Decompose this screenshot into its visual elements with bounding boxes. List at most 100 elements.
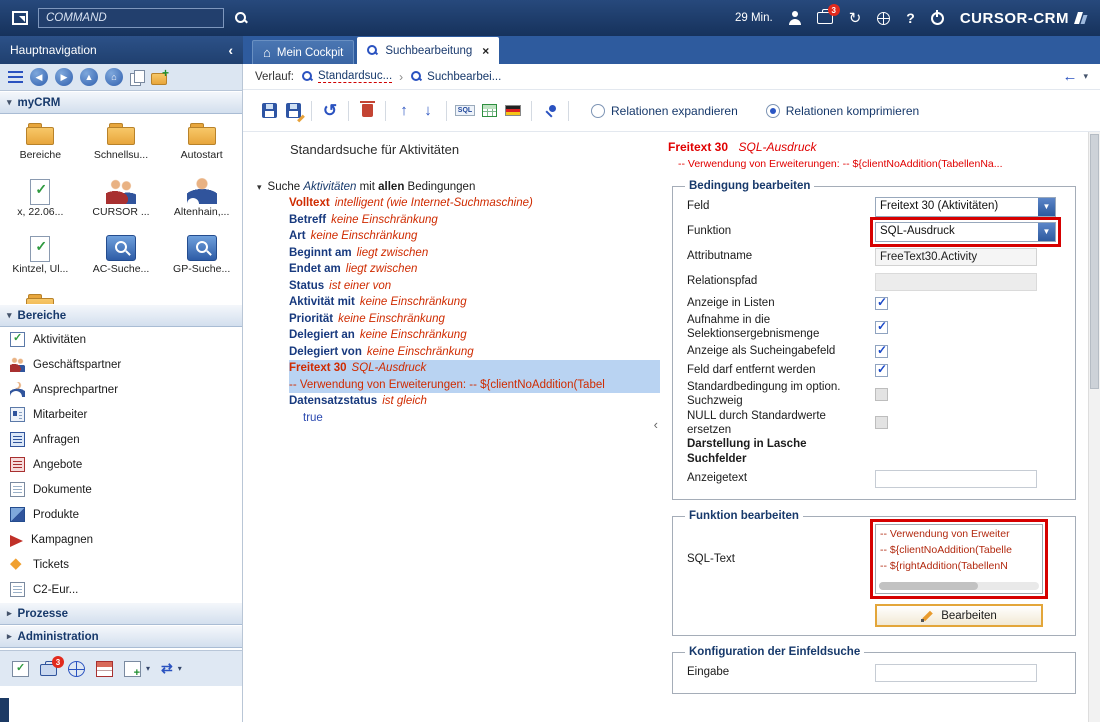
save-button[interactable] xyxy=(257,99,281,123)
tree-expander-icon[interactable]: ▾ xyxy=(257,182,262,192)
tab[interactable]: Mein Cockpit xyxy=(252,40,354,64)
anzeigetext-input[interactable] xyxy=(875,470,1037,488)
tree-condition-row[interactable]: Freitext 30SQL-Ausdruck xyxy=(289,360,660,377)
relation-mode-radio[interactable]: Relationen komprimieren xyxy=(766,104,919,118)
panel-collapse-icon[interactable]: ‹ xyxy=(654,417,658,432)
mycrm-shortcut[interactable] xyxy=(0,289,81,304)
relation-mode-radio[interactable]: Relationen expandieren xyxy=(591,104,738,118)
bereich-list-item[interactable]: Mitarbeiter xyxy=(0,402,242,427)
tree-condition-row[interactable]: Prioritätkeine Einschränkung xyxy=(289,311,660,328)
funktion-select[interactable]: SQL-Ausdruck ▼ xyxy=(875,222,1056,242)
feld-select[interactable]: Freitext 30 (Aktivitäten) ▼ xyxy=(875,197,1056,217)
mycrm-shortcut[interactable]: Altenhain,... xyxy=(161,175,242,232)
activities-quick-icon[interactable] xyxy=(12,661,29,677)
tree-condition-row[interactable]: Betreffkeine Einschränkung xyxy=(289,212,660,229)
mycrm-shortcut[interactable]: CURSOR ... xyxy=(81,175,162,232)
mycrm-shortcut[interactable]: AC-Suche... xyxy=(81,232,162,289)
tree-condition-row[interactable]: Delegiert vonkeine Einschränkung xyxy=(289,344,660,361)
mycrm-shortcut[interactable]: Autostart xyxy=(161,118,242,175)
move-down-button[interactable]: ↓ xyxy=(416,99,440,123)
bereich-list-item[interactable]: Produkte xyxy=(0,502,242,527)
chevron-down-icon[interactable]: ▼ xyxy=(1038,198,1055,216)
nav-forward-icon[interactable]: ▶ xyxy=(55,68,73,86)
connection-globe-icon[interactable] xyxy=(877,12,890,25)
mycrm-shortcut[interactable]: Schnellsu... xyxy=(81,118,162,175)
sql-hscrollbar[interactable] xyxy=(879,582,1039,590)
refresh-icon[interactable]: ↻ xyxy=(849,11,862,26)
sync-caret-icon[interactable]: ▾ xyxy=(178,664,182,673)
checkbox[interactable] xyxy=(875,321,888,334)
command-search-icon[interactable] xyxy=(234,11,248,25)
history-back-icon[interactable]: ← xyxy=(1062,68,1077,85)
tree-condition-row[interactable]: Artkeine Einschränkung xyxy=(289,228,660,245)
attributname-input[interactable]: FreeText30.Activity xyxy=(875,248,1037,266)
mycrm-shortcut[interactable]: GP-Suche... xyxy=(161,232,242,289)
tree-condition-row[interactable]: Endet amliegt zwischen xyxy=(289,261,660,278)
history-dropdown-icon[interactable]: ▾ xyxy=(1083,71,1088,82)
history-item-1[interactable]: Standardsuc... xyxy=(301,70,392,83)
bereich-list-item[interactable]: C2-Eur... xyxy=(0,577,242,602)
nav-back-icon[interactable]: ◀ xyxy=(30,68,48,86)
move-up-button[interactable]: ↑ xyxy=(392,99,416,123)
tree-condition-row[interactable]: Aktivität mitkeine Einschränkung xyxy=(289,294,660,311)
copy-pages-icon[interactable] xyxy=(130,70,144,85)
section-header-bereiche[interactable]: ▾ Bereiche xyxy=(0,304,242,327)
bereich-list-item[interactable]: Anfragen xyxy=(0,427,242,452)
relationspfad-input[interactable] xyxy=(875,273,1037,291)
section-header-mycrm[interactable]: ▾ myCRM xyxy=(0,91,242,114)
new-folder-icon[interactable] xyxy=(151,70,169,85)
undo-button[interactable]: ↺ xyxy=(318,99,342,123)
help-icon[interactable]: ? xyxy=(906,10,915,26)
mycrm-shortcut[interactable]: Bereiche xyxy=(0,118,81,175)
bereich-list-item[interactable]: Geschäftspartner xyxy=(0,352,242,377)
bereich-list-item[interactable]: Tickets xyxy=(0,552,242,577)
bereich-list-item[interactable]: Aktivitäten xyxy=(0,327,242,352)
new-record-icon[interactable] xyxy=(124,661,141,677)
tree-root-node[interactable]: ▾Suche Aktivitäten mit allen Bedingungen xyxy=(257,181,660,193)
section-header-prozesse[interactable]: ▸ Prozesse xyxy=(0,602,242,625)
bearbeiten-button[interactable]: Bearbeiten xyxy=(875,604,1043,627)
eingabe-input[interactable] xyxy=(875,664,1037,682)
command-input[interactable]: COMMAND xyxy=(38,8,224,28)
nav-up-icon[interactable]: ▲ xyxy=(80,68,98,86)
chevron-down-icon[interactable]: ▼ xyxy=(1038,223,1055,241)
timetable-icon[interactable] xyxy=(96,661,113,677)
vertical-scrollbar-thumb[interactable] xyxy=(1090,134,1099,389)
inbox-briefcase-icon[interactable]: 3 xyxy=(817,12,833,24)
history-item-2[interactable]: Suchbearbei... xyxy=(410,70,501,83)
language-button[interactable] xyxy=(501,99,525,123)
bereich-list-item[interactable]: Angebote xyxy=(0,452,242,477)
tree-condition-row[interactable]: -- Verwendung von Erweiterungen: -- ${cl… xyxy=(289,377,660,394)
pin-button[interactable] xyxy=(538,99,562,123)
nav-collapse-icon[interactable]: ‹ xyxy=(228,42,233,58)
delete-button[interactable] xyxy=(355,99,379,123)
checkbox[interactable] xyxy=(875,416,888,429)
tree-condition-row[interactable]: Datensatzstatusist gleich xyxy=(289,393,660,410)
global-search-icon[interactable] xyxy=(68,661,85,677)
mycrm-shortcut[interactable]: Kintzel, Ul... xyxy=(0,232,81,289)
tree-condition-row[interactable]: Delegiert ankeine Einschränkung xyxy=(289,327,660,344)
sql-text-area[interactable]: -- Verwendung von Erweiter -- ${clientNo… xyxy=(875,524,1043,594)
tab-close-icon[interactable]: × xyxy=(482,44,489,58)
sql-hscrollbar-thumb[interactable] xyxy=(879,582,978,590)
checkbox[interactable] xyxy=(875,388,888,401)
new-record-caret-icon[interactable]: ▾ xyxy=(146,664,150,673)
tab[interactable]: Suchbearbeitung × xyxy=(357,37,499,64)
bereich-list-item[interactable]: Kampagnen xyxy=(0,527,242,552)
menu-icon[interactable] xyxy=(8,71,23,83)
tree-condition-row[interactable]: true xyxy=(289,410,660,427)
checkbox[interactable] xyxy=(875,364,888,377)
tree-condition-row[interactable]: Beginnt amliegt zwischen xyxy=(289,245,660,262)
bereich-list-item[interactable]: Ansprechpartner xyxy=(0,377,242,402)
tree-condition-row[interactable]: Volltextintelligent (wie Internet-Suchma… xyxy=(289,195,660,212)
save-as-button[interactable] xyxy=(281,99,305,123)
result-table-button[interactable] xyxy=(477,99,501,123)
section-header-administration[interactable]: ▸ Administration xyxy=(0,625,242,648)
checkbox[interactable] xyxy=(875,345,888,358)
vertical-scrollbar[interactable] xyxy=(1088,132,1100,722)
logout-power-icon[interactable] xyxy=(931,12,944,25)
tree-condition-row[interactable]: Statusist einer von xyxy=(289,278,660,295)
bereich-list-item[interactable]: Dokumente xyxy=(0,477,242,502)
sync-icon[interactable]: ⇄ xyxy=(161,660,173,677)
inbox-quick-icon[interactable]: 3 xyxy=(40,664,57,676)
